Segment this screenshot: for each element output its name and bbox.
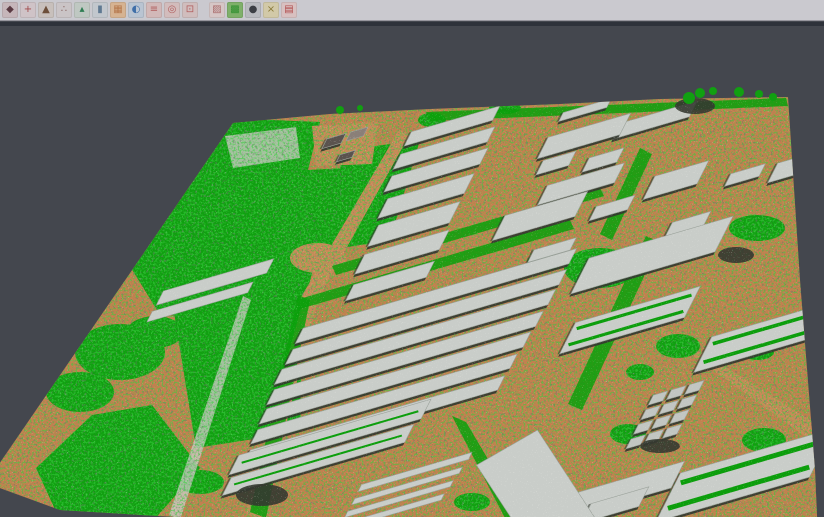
terrain-content	[0, 85, 824, 517]
globe-view-icon: ◐	[132, 4, 141, 15]
tool-cross-section[interactable]: ×	[263, 2, 279, 18]
open-file-icon: ◆	[6, 4, 14, 15]
treetop-bump	[709, 87, 717, 95]
tool-orthophoto[interactable]: ▦	[110, 2, 126, 18]
tool-profile-tool[interactable]: ▮	[92, 2, 108, 18]
filter-points-icon: ▨	[212, 4, 221, 15]
tool-attribute-list[interactable]: ≡	[146, 2, 162, 18]
render-sphere-icon: ●	[249, 4, 258, 15]
point-cloud-icon: ∴	[61, 4, 67, 15]
tool-zoom-extents[interactable]: ⊡	[182, 2, 198, 18]
profile-tool-icon: ▮	[97, 4, 103, 15]
scene-canvas[interactable]	[0, 0, 824, 517]
classification-colors-icon: ▩	[230, 4, 239, 15]
app-window: { "window": { "width": 824, "height": 51…	[0, 0, 824, 517]
register-points-icon: +	[24, 4, 32, 15]
zoom-extents-icon: ⊡	[186, 4, 194, 15]
tool-open-file[interactable]: ◆	[2, 2, 18, 18]
treetop-bump	[734, 87, 744, 97]
3d-viewport[interactable]	[0, 0, 824, 517]
main-toolbar: ◆ + ▲ ∴ ▴ ▮ ▦ ◐ ≡ ◎ ⊡ ▨ ▩ ● × ▤	[0, 0, 824, 21]
tool-surface-mesh[interactable]: ▴	[74, 2, 90, 18]
tool-register-points[interactable]: +	[20, 2, 36, 18]
tool-globe-view[interactable]: ◐	[128, 2, 144, 18]
treetop-bump	[357, 105, 363, 111]
treetop-bump	[336, 106, 344, 114]
pick-target-icon: ◎	[168, 4, 177, 15]
surface-mesh-icon: ▴	[79, 4, 84, 15]
tool-render-sphere[interactable]: ●	[245, 2, 261, 18]
treetop-bump	[769, 93, 777, 101]
tool-classification-colors[interactable]: ▩	[227, 2, 243, 18]
light-speckle-noise	[0, 85, 824, 517]
toolbar-shadow-strip	[0, 22, 824, 26]
treetop-bump	[683, 92, 695, 104]
treetop-bump	[755, 90, 763, 98]
orthophoto-icon: ▦	[113, 4, 122, 15]
tool-pick-target[interactable]: ◎	[164, 2, 180, 18]
tool-filter-points[interactable]: ▨	[209, 2, 225, 18]
cross-section-icon: ×	[267, 4, 275, 15]
tool-point-cloud[interactable]: ∴	[56, 2, 72, 18]
tool-terrain-model[interactable]: ▲	[38, 2, 54, 18]
treetop-bump	[695, 88, 705, 98]
terrain-model-icon: ▲	[42, 4, 50, 15]
attribute-list-icon: ≡	[150, 4, 158, 15]
color-bands-icon: ▤	[284, 4, 293, 15]
tool-color-bands[interactable]: ▤	[281, 2, 297, 18]
